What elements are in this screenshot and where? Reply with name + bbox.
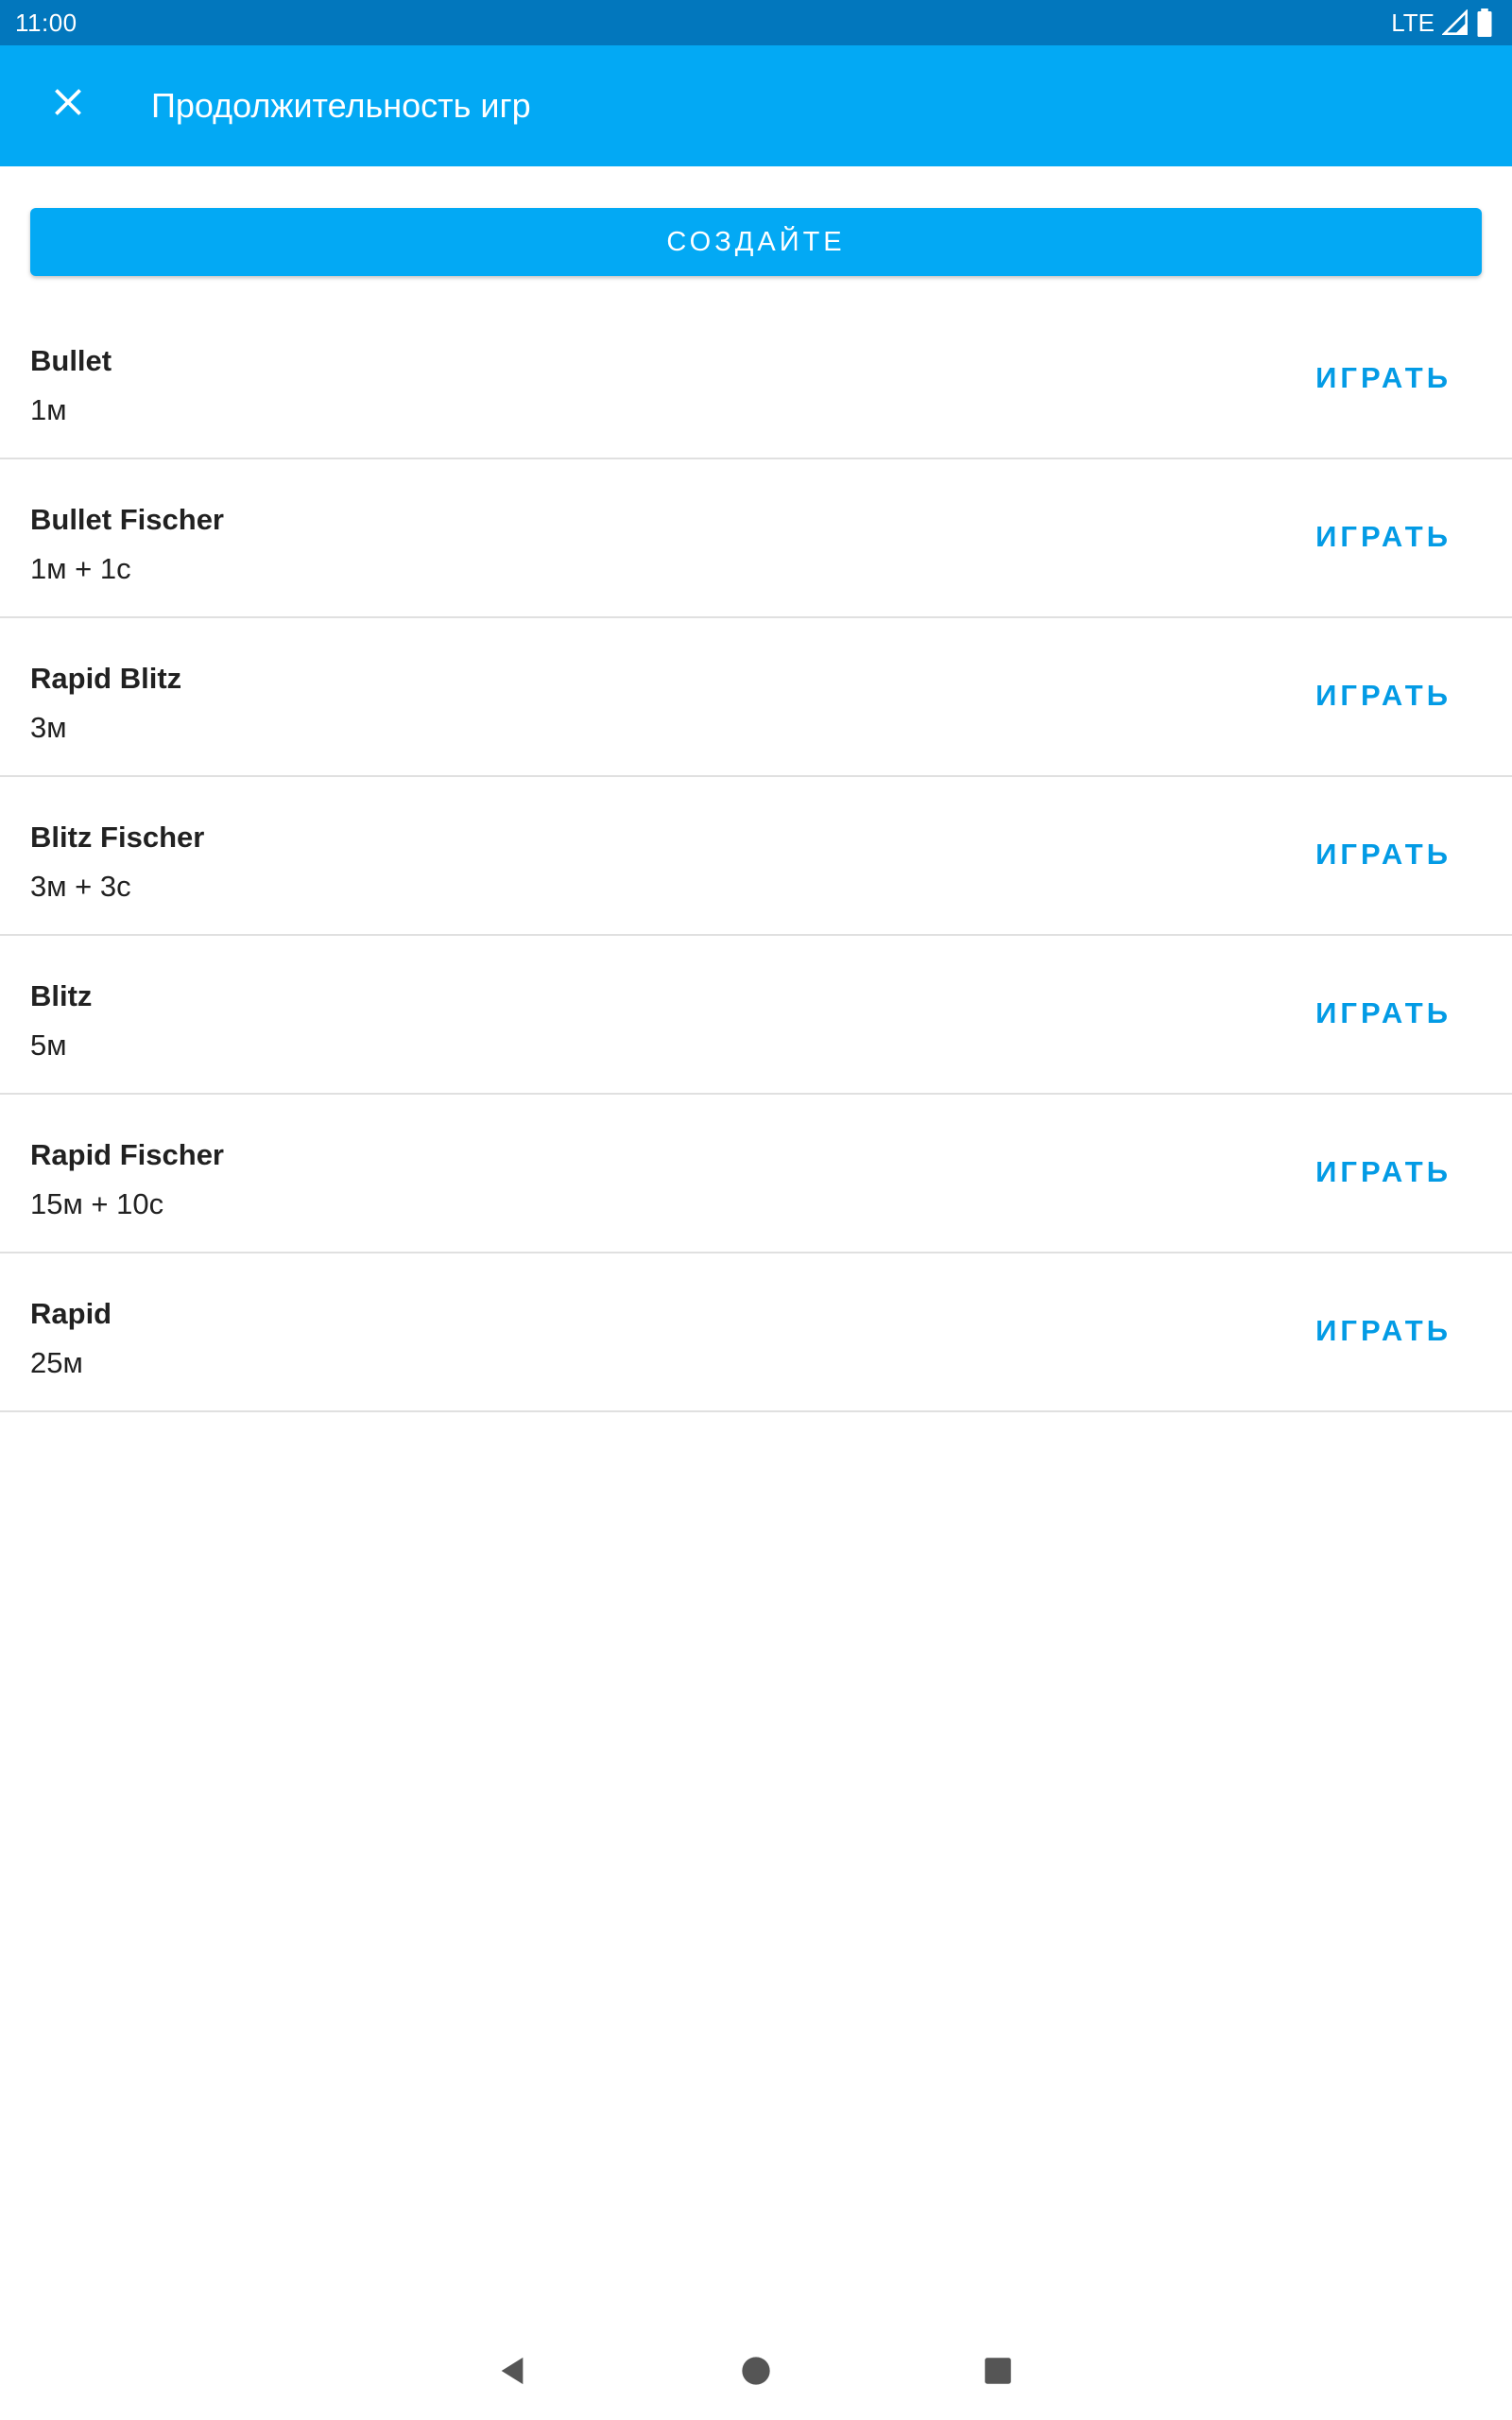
play-button[interactable]: ИГРАТЬ — [1315, 996, 1452, 1030]
time-control-list: Bullet 1м ИГРАТЬ Bullet Fischer 1м + 1с … — [0, 301, 1512, 1412]
time-control-duration: 5м — [30, 1028, 67, 1062]
status-time: 11:00 — [15, 8, 77, 37]
status-bar: 11:00 LTE — [0, 0, 1512, 45]
battery-icon — [1476, 9, 1493, 37]
network-type: LTE — [1391, 8, 1435, 37]
time-control-name: Rapid — [30, 1297, 112, 1330]
time-control-duration: 3м — [30, 711, 67, 744]
status-icons: LTE — [1391, 9, 1493, 38]
time-control-duration: 25м — [30, 1346, 83, 1379]
navigation-bar — [0, 2325, 1512, 2420]
close-icon — [54, 88, 82, 121]
time-control-name: Rapid Fischer — [30, 1138, 224, 1171]
close-button[interactable] — [38, 74, 98, 134]
back-icon — [496, 2355, 528, 2392]
time-control-duration: 3м + 3с — [30, 870, 131, 903]
play-button[interactable]: ИГРАТЬ — [1315, 1314, 1452, 1348]
list-item: Rapid Fischer 15м + 10с ИГРАТЬ — [0, 1095, 1512, 1253]
time-control-name: Rapid Blitz — [30, 662, 182, 695]
list-item: Rapid Blitz 3м ИГРАТЬ — [0, 618, 1512, 777]
time-control-name: Bullet — [30, 344, 112, 377]
play-button[interactable]: ИГРАТЬ — [1315, 838, 1452, 872]
list-item: Rapid 25м ИГРАТЬ — [0, 1253, 1512, 1412]
list-item: Bullet Fischer 1м + 1с ИГРАТЬ — [0, 459, 1512, 618]
app-bar: Продолжительность игр — [0, 45, 1512, 166]
play-button[interactable]: ИГРАТЬ — [1315, 1155, 1452, 1189]
home-button[interactable] — [728, 2344, 784, 2401]
play-button[interactable]: ИГРАТЬ — [1315, 520, 1452, 554]
page-title: Продолжительность игр — [151, 86, 531, 125]
list-item: Blitz Fischer 3м + 3с ИГРАТЬ — [0, 777, 1512, 936]
create-button[interactable]: СОЗДАЙТЕ — [30, 208, 1482, 276]
list-item: Blitz 5м ИГРАТЬ — [0, 936, 1512, 1095]
signal-icon — [1442, 9, 1469, 36]
play-button[interactable]: ИГРАТЬ — [1315, 679, 1452, 713]
recents-icon — [984, 2357, 1012, 2390]
play-button[interactable]: ИГРАТЬ — [1315, 361, 1452, 395]
time-control-duration: 1м + 1с — [30, 552, 131, 585]
home-icon — [741, 2356, 771, 2391]
time-control-name: Blitz Fischer — [30, 821, 205, 854]
list-item: Bullet 1м ИГРАТЬ — [0, 301, 1512, 459]
time-control-duration: 15м + 10с — [30, 1187, 164, 1220]
back-button[interactable] — [484, 2344, 541, 2401]
recents-button[interactable] — [970, 2344, 1026, 2401]
time-control-duration: 1м — [30, 393, 67, 426]
time-control-name: Blitz — [30, 979, 93, 1012]
time-control-name: Bullet Fischer — [30, 503, 224, 536]
